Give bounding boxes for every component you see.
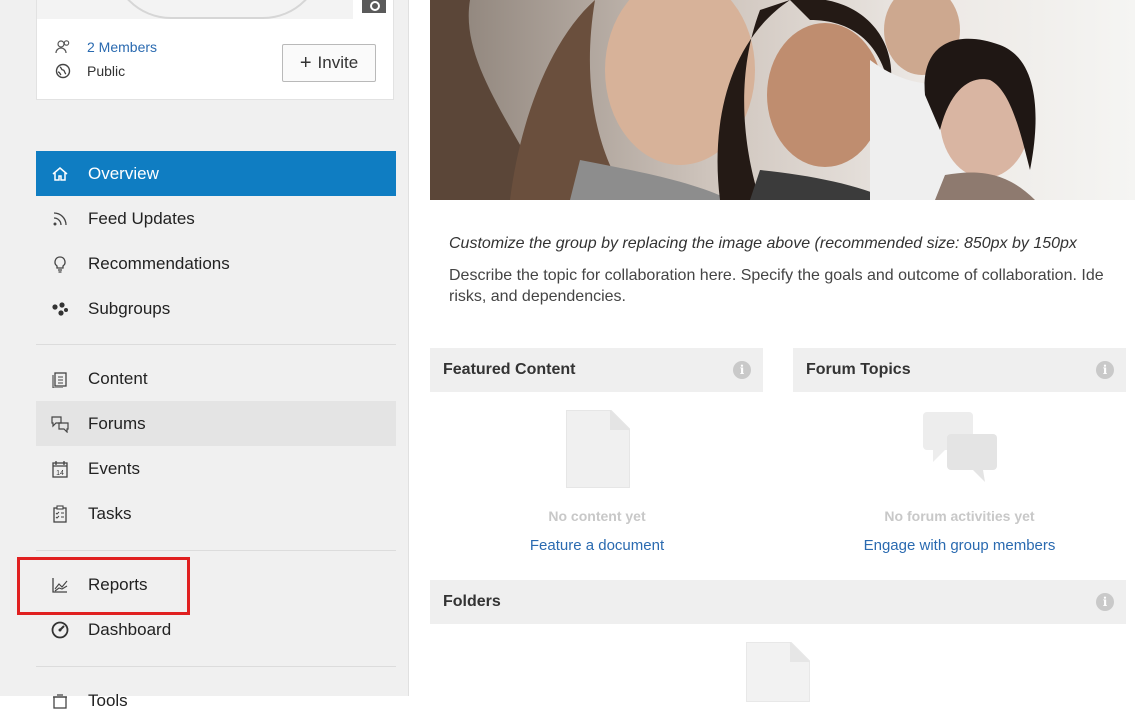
nav-label: Tools: [88, 690, 128, 710]
forum-topics-header: Forum Topics i: [793, 348, 1126, 392]
chat-bubbles-placeholder-icon: [923, 412, 999, 489]
featured-content-title: Featured Content: [443, 361, 576, 378]
nav-item-events[interactable]: 14 Events: [36, 446, 396, 491]
nav-item-feed-updates[interactable]: Feed Updates: [36, 196, 396, 241]
invite-button[interactable]: + Invite: [282, 44, 376, 82]
forums-icon: [50, 414, 70, 434]
info-icon[interactable]: i: [1096, 593, 1114, 611]
group-banner-image: [430, 0, 1135, 200]
home-icon: [50, 164, 70, 184]
nav-group-main: Overview Feed Updates Recommendations Su…: [36, 151, 396, 345]
nav-item-tasks[interactable]: Tasks: [36, 491, 396, 536]
members-link[interactable]: 2 Members: [87, 39, 157, 55]
calendar-day: 14: [56, 470, 64, 477]
nav-label: Subgroups: [88, 298, 171, 318]
nav-item-subgroups[interactable]: Subgroups: [36, 286, 396, 331]
nav-label: Overview: [88, 163, 159, 183]
nav-label: Feed Updates: [88, 208, 195, 228]
nav-label: Recommendations: [88, 253, 230, 273]
plus-icon: +: [299, 52, 312, 74]
tasks-icon: [50, 504, 70, 524]
group-photo: [37, 0, 353, 19]
tools-icon: [50, 691, 70, 711]
nav-divider: [36, 666, 396, 667]
nav-item-overview[interactable]: Overview: [36, 151, 396, 196]
info-icon[interactable]: i: [733, 361, 751, 379]
nav-label: Tasks: [88, 503, 132, 523]
document-placeholder-icon: [565, 409, 631, 493]
members-row[interactable]: 2 Members: [55, 39, 157, 55]
folders-header: Folders i: [430, 580, 1126, 624]
info-icon[interactable]: i: [1096, 361, 1114, 379]
nav-label: Events: [88, 458, 140, 478]
calendar-icon: 14: [50, 459, 70, 479]
engage-members-link[interactable]: Engage with group members: [844, 537, 1075, 554]
visibility-row: Public: [55, 63, 125, 79]
nav-item-content[interactable]: Content: [36, 356, 396, 401]
nav-group-tools: Tools: [36, 678, 396, 723]
nav-divider: [36, 550, 396, 551]
group-sidebar: 2 Members Public + Invite Overview Feed …: [0, 0, 409, 710]
customize-instruction: Customize the group by replacing the ima…: [449, 235, 1077, 252]
group-description: Describe the topic for collaboration her…: [449, 267, 1104, 305]
nav-label: Forums: [88, 413, 146, 433]
nav-item-recommendations[interactable]: Recommendations: [36, 241, 396, 286]
invite-label: Invite: [317, 53, 359, 72]
folders-title: Folders: [443, 593, 501, 610]
feed-icon: [50, 209, 70, 229]
nav-label: Dashboard: [88, 619, 172, 639]
group-info-card: 2 Members Public + Invite: [36, 0, 394, 100]
forum-topics-title: Forum Topics: [806, 361, 911, 378]
nav-group-content: Content Forums 14 Events Tasks: [36, 356, 396, 551]
reports-highlight-box: [17, 557, 190, 615]
camera-icon[interactable]: [362, 0, 386, 13]
nav-divider: [36, 344, 396, 345]
lightbulb-icon: [50, 254, 70, 274]
featured-content-header: Featured Content i: [430, 348, 763, 392]
featured-empty-message: No content yet: [548, 508, 646, 524]
visibility-label: Public: [87, 63, 126, 79]
nav-item-forums[interactable]: Forums: [36, 401, 396, 446]
subgroups-icon: [50, 299, 70, 319]
people-icon: [55, 39, 71, 55]
nav-item-tools[interactable]: Tools: [36, 678, 396, 723]
nav-label: Content: [88, 368, 148, 388]
group-overview-main: Customize the group by replacing the ima…: [430, 0, 1135, 703]
document-icon: [50, 369, 70, 389]
folder-document-placeholder-icon: [745, 641, 811, 707]
dashboard-icon: [50, 620, 70, 640]
feature-document-link[interactable]: Feature a document: [497, 537, 697, 554]
forum-empty-message: No forum activities yet: [884, 508, 1035, 524]
globe-icon: [55, 63, 71, 79]
